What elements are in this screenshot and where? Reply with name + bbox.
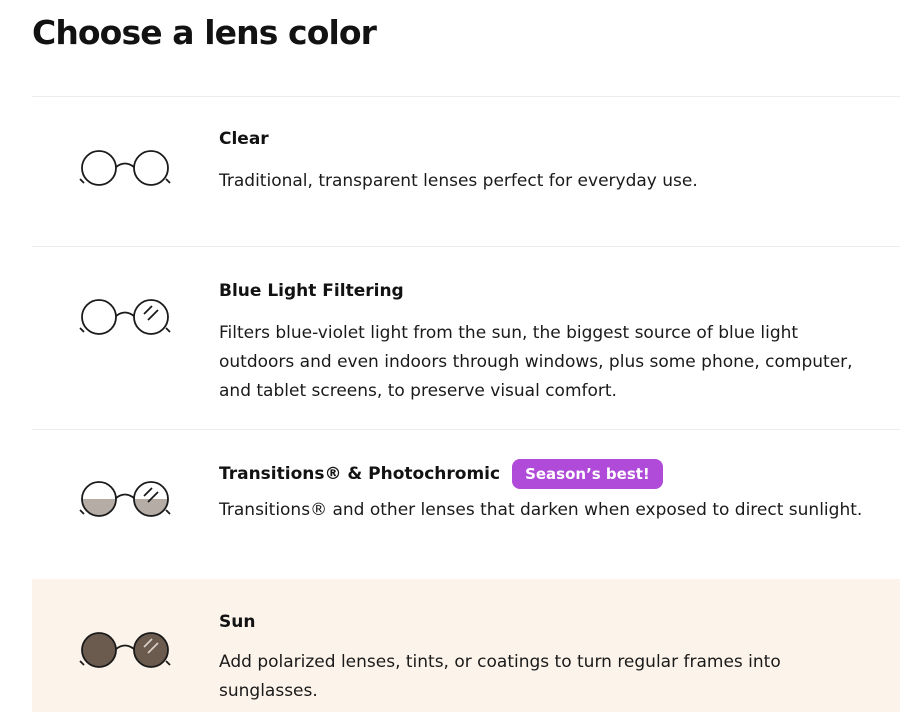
lens-option-name: Transitions® & Photochromic Season’s bes… xyxy=(219,459,892,489)
lens-color-page: Choose a lens color Clear Traditional, t… xyxy=(0,0,900,712)
lens-option-name: Blue Light Filtering xyxy=(219,281,404,301)
lens-option-name: Sun xyxy=(219,612,256,632)
lens-options-list: Clear Traditional, transparent lenses pe… xyxy=(32,96,900,712)
lens-option-description: Add polarized lenses, tints, or coatings… xyxy=(219,652,781,701)
seasons-best-badge: Season’s best! xyxy=(512,459,663,489)
lens-option-transitions[interactable]: Transitions® & Photochromic Season’s bes… xyxy=(32,429,900,579)
lens-option-description: Filters blue-violet light from the sun, … xyxy=(219,323,853,401)
sun-glasses-icon xyxy=(78,626,172,674)
lens-option-text: Clear Traditional, transparent lenses pe… xyxy=(219,125,892,196)
lens-option-name: Clear xyxy=(219,129,269,149)
clear-lens-glasses-icon xyxy=(78,144,172,192)
lens-option-description: Traditional, transparent lenses perfect … xyxy=(219,171,698,191)
lens-option-text: Transitions® & Photochromic Season’s bes… xyxy=(219,459,892,525)
page-title: Choose a lens color xyxy=(32,13,377,52)
lens-option-clear[interactable]: Clear Traditional, transparent lenses pe… xyxy=(32,96,900,246)
lens-option-name-label: Transitions® & Photochromic xyxy=(219,464,501,484)
lens-option-text: Blue Light Filtering Filters blue-violet… xyxy=(219,277,892,406)
lens-option-description: Transitions® and other lenses that darke… xyxy=(219,500,863,520)
lens-option-text: Sun Add polarized lenses, tints, or coat… xyxy=(219,608,892,706)
photochromic-glasses-icon xyxy=(78,475,172,523)
lens-option-blue-light[interactable]: Blue Light Filtering Filters blue-violet… xyxy=(32,246,900,429)
lens-option-sun[interactable]: Sun Add polarized lenses, tints, or coat… xyxy=(32,579,900,712)
blue-light-glasses-icon xyxy=(78,293,172,341)
